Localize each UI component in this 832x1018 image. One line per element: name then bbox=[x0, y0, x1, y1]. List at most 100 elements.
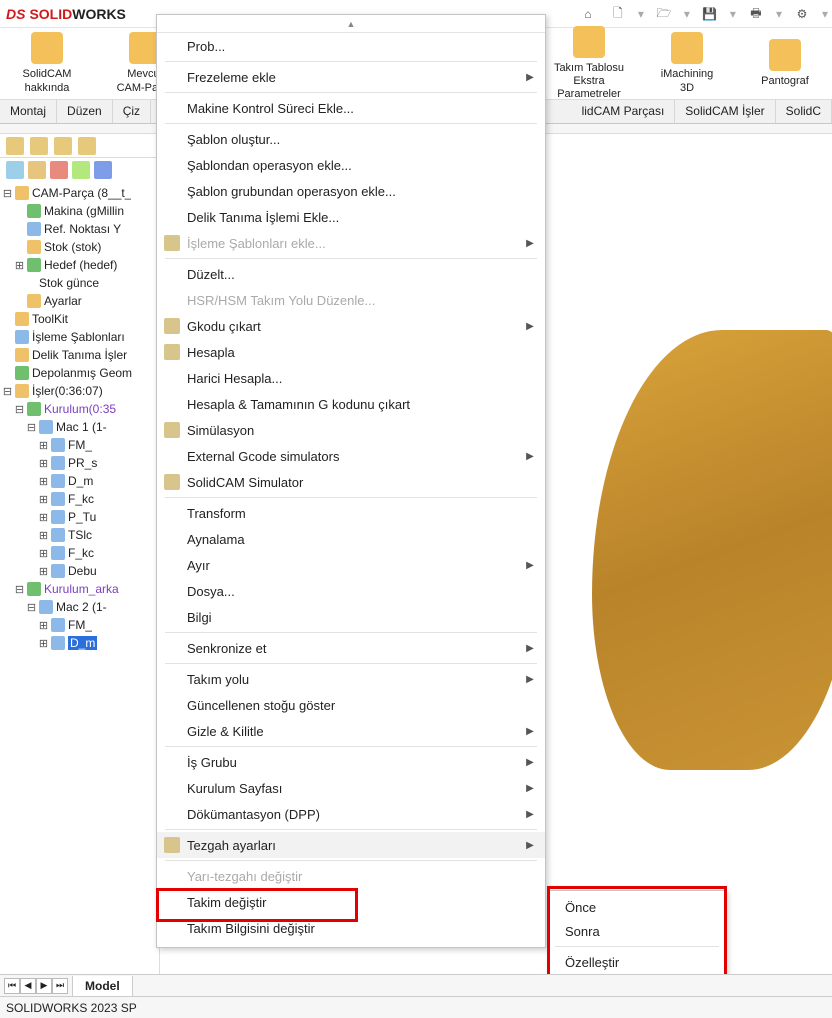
expand-collapse-icon[interactable]: ⊞ bbox=[14, 259, 25, 272]
expand-collapse-icon[interactable]: ⊞ bbox=[38, 439, 49, 452]
context-menu[interactable]: ▲ Prob... Frezeleme ekle▶ Makine Kontrol S… bbox=[156, 14, 546, 948]
tree-item[interactable]: Ref. Noktası Y bbox=[2, 220, 157, 238]
menu-item[interactable]: Ayır▶ bbox=[157, 552, 545, 578]
menu-item[interactable]: Güncellenen stoğu göster bbox=[157, 692, 545, 718]
tree-item[interactable]: Ayarlar bbox=[2, 292, 157, 310]
submenu-item[interactable]: Sonra bbox=[549, 919, 725, 943]
tab-model[interactable]: Model bbox=[72, 976, 133, 996]
ribbon-button[interactable]: Takım Tablosu Ekstra Parametreler bbox=[552, 26, 626, 102]
menu-item[interactable]: SolidCAM Simulator bbox=[157, 469, 545, 495]
menu-item[interactable]: Gkodu çıkart▶ bbox=[157, 313, 545, 339]
menu-item[interactable]: Hesapla & Tamamının G kodunu çıkart bbox=[157, 391, 545, 417]
menu-item[interactable]: Frezeleme ekle▶ bbox=[157, 64, 545, 90]
house-icon[interactable]: ⌂ bbox=[578, 4, 598, 24]
toolbar-icon[interactable] bbox=[50, 161, 68, 179]
tree-item[interactable]: ToolKit bbox=[2, 310, 157, 328]
tree-item[interactable]: ⊞P_Tu bbox=[2, 508, 157, 526]
tree-item[interactable]: Stok günce bbox=[2, 274, 157, 292]
menu-item[interactable]: Takım Bilgisini değiştir bbox=[157, 915, 545, 941]
expand-collapse-icon[interactable]: ⊟ bbox=[26, 601, 37, 614]
tree-item[interactable]: ⊟Mac 1 (1- bbox=[2, 418, 157, 436]
menu-item[interactable]: Senkronize et▶ bbox=[157, 635, 545, 661]
tree-item[interactable]: Depolanmış Geom bbox=[2, 364, 157, 382]
tree-item[interactable]: ⊟İşler(0:36:07) bbox=[2, 382, 157, 400]
toolbar-icon[interactable] bbox=[30, 137, 48, 155]
expand-collapse-icon[interactable]: ⊞ bbox=[38, 475, 49, 488]
expand-collapse-icon[interactable]: ⊞ bbox=[38, 637, 49, 650]
expand-collapse-icon[interactable]: ⊞ bbox=[38, 619, 49, 632]
menu-item[interactable]: Dosya... bbox=[157, 578, 545, 604]
toolbar-icon[interactable] bbox=[6, 161, 24, 179]
toolbar-icon[interactable] bbox=[72, 161, 90, 179]
new-file-icon[interactable]: 🗋 bbox=[608, 4, 628, 24]
tab[interactable]: SolidCAM İşler bbox=[675, 100, 775, 123]
tree-item[interactable]: Makina (gMillin bbox=[2, 202, 157, 220]
tree-item[interactable]: ⊞D_m bbox=[2, 634, 157, 652]
expand-collapse-icon[interactable]: ⊞ bbox=[38, 547, 49, 560]
menu-item[interactable]: Aynalama bbox=[157, 526, 545, 552]
tree-item[interactable]: ⊟Kurulum(0:35 bbox=[2, 400, 157, 418]
ribbon-button[interactable]: SolidCAM hakkında bbox=[10, 32, 84, 94]
tab[interactable]: lidCAM Parçası bbox=[572, 100, 676, 123]
expand-collapse-icon[interactable]: ⊞ bbox=[38, 493, 49, 506]
menu-item[interactable]: Delik Tanıma İşlemi Ekle... bbox=[157, 204, 545, 230]
tree-item[interactable]: ⊞D_m bbox=[2, 472, 157, 490]
context-menu-scroll-up[interactable]: ▲ bbox=[157, 15, 545, 33]
expand-collapse-icon[interactable]: ⊟ bbox=[2, 385, 13, 398]
expand-collapse-icon[interactable]: ⊟ bbox=[14, 403, 25, 416]
menu-item[interactable]: Şablon grubundan operasyon ekle... bbox=[157, 178, 545, 204]
menu-item[interactable]: İş Grubu▶ bbox=[157, 749, 545, 775]
tab[interactable]: Montaj bbox=[0, 100, 57, 123]
tree-item[interactable]: Stok (stok) bbox=[2, 238, 157, 256]
expand-collapse-icon[interactable]: ⊞ bbox=[38, 457, 49, 470]
nav-last-icon[interactable]: ⏭ bbox=[52, 978, 68, 994]
menu-item[interactable]: External Gcode simulators▶ bbox=[157, 443, 545, 469]
tree-item[interactable]: ⊞F_kc bbox=[2, 544, 157, 562]
menu-item[interactable]: Bilgi bbox=[157, 604, 545, 630]
ribbon-button[interactable]: iMachining 3D bbox=[650, 26, 724, 102]
tree-item[interactable]: ⊞TSlc bbox=[2, 526, 157, 544]
nav-prev-icon[interactable]: ◀ bbox=[20, 978, 36, 994]
expand-collapse-icon[interactable]: ⊞ bbox=[38, 529, 49, 542]
save-icon[interactable]: 💾 bbox=[700, 4, 720, 24]
expand-collapse-icon[interactable]: ⊟ bbox=[2, 187, 13, 200]
tree-item[interactable]: ⊟Mac 2 (1- bbox=[2, 598, 157, 616]
toolbar-icon[interactable] bbox=[28, 161, 46, 179]
tree-item[interactable]: ⊟Kurulum_arka bbox=[2, 580, 157, 598]
tree-item[interactable]: ⊞FM_ bbox=[2, 616, 157, 634]
submenu-item[interactable]: Önce bbox=[549, 895, 725, 919]
menu-item[interactable]: Takim değiştir bbox=[157, 889, 545, 915]
viewport-3d[interactable] bbox=[545, 150, 832, 994]
nav-first-icon[interactable]: ⏮ bbox=[4, 978, 20, 994]
nav-next-icon[interactable]: ▶ bbox=[36, 978, 52, 994]
tree-item[interactable]: ⊟CAM-Parça (8__t_ bbox=[2, 184, 157, 202]
menu-item[interactable]: Kurulum Sayfası▶ bbox=[157, 775, 545, 801]
tree-item[interactable]: ⊞FM_ bbox=[2, 436, 157, 454]
menu-item[interactable]: Şablondan operasyon ekle... bbox=[157, 152, 545, 178]
tree-item[interactable]: İşleme Şablonları bbox=[2, 328, 157, 346]
expand-collapse-icon[interactable]: ⊟ bbox=[26, 421, 37, 434]
tree-item[interactable]: Delik Tanıma İşler bbox=[2, 346, 157, 364]
menu-item[interactable]: Şablon oluştur... bbox=[157, 126, 545, 152]
tree-item[interactable]: ⊞F_kc bbox=[2, 490, 157, 508]
toolbar-icon[interactable] bbox=[54, 137, 72, 155]
menu-item[interactable]: Gizle & Kilitle▶ bbox=[157, 718, 545, 744]
ribbon-button[interactable]: Pantograf bbox=[748, 26, 822, 102]
submenu-item[interactable]: Özelleştir bbox=[549, 950, 725, 974]
expand-collapse-icon[interactable]: ⊟ bbox=[14, 583, 25, 596]
menu-item[interactable]: Prob... bbox=[157, 33, 545, 59]
menu-item[interactable]: Harici Hesapla... bbox=[157, 365, 545, 391]
menu-item[interactable]: Düzelt... bbox=[157, 261, 545, 287]
tree-item[interactable]: ⊞Hedef (hedef) bbox=[2, 256, 157, 274]
menu-item[interactable]: Makine Kontrol Süreci Ekle... bbox=[157, 95, 545, 121]
menu-item[interactable]: Tezgah ayarları▶ bbox=[157, 832, 545, 858]
tab[interactable]: Çiz bbox=[113, 100, 151, 123]
menu-item[interactable]: Simülasyon bbox=[157, 417, 545, 443]
print-icon[interactable]: 🖶 bbox=[746, 4, 766, 24]
open-file-icon[interactable]: 🗁 bbox=[654, 4, 674, 24]
menu-item[interactable]: Dökümantasyon (DPP)▶ bbox=[157, 801, 545, 827]
toolbar-icon[interactable] bbox=[94, 161, 112, 179]
menu-item[interactable]: Transform bbox=[157, 500, 545, 526]
toolbar-icon[interactable] bbox=[6, 137, 24, 155]
toolbar-icon[interactable] bbox=[78, 137, 96, 155]
